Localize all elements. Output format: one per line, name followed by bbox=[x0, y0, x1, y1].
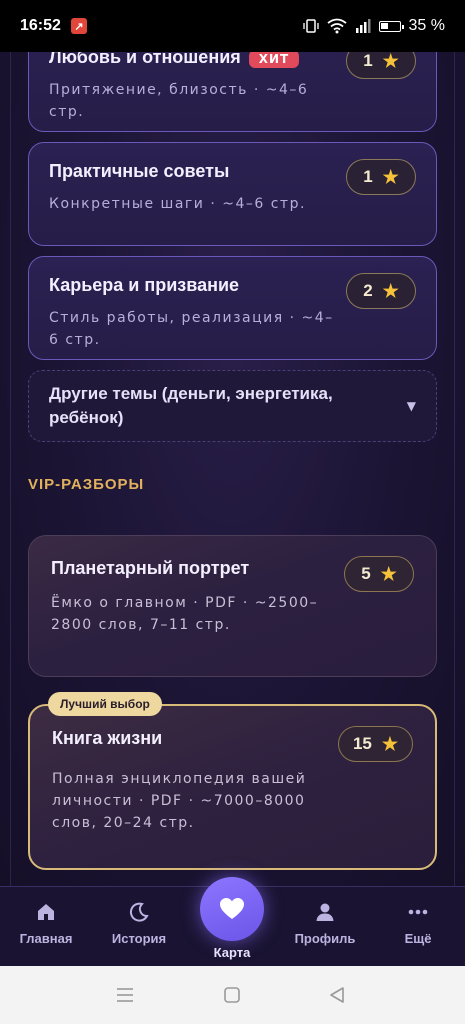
vip-section-title: VIP-РАЗБОРЫ bbox=[28, 476, 145, 493]
card-title: Планетарный портрет bbox=[51, 558, 250, 578]
card-subtitle: Ёмко о главном · PDF · ~2500–2800 слов, … bbox=[51, 595, 319, 633]
nav-item-map[interactable] bbox=[200, 877, 264, 941]
notification-app-icon: ↗ bbox=[70, 18, 87, 34]
vip-card-book-of-life[interactable]: Лучший выбор Книга жизни Полная энциклоп… bbox=[28, 692, 437, 870]
other-topics-label: Другие темы (деньги, энергетика, ребёнок… bbox=[49, 384, 333, 427]
star-icon: ★ bbox=[380, 563, 397, 584]
nav-label: Главная bbox=[19, 931, 73, 946]
card-subtitle: Притяжение, близость · ~4–6 стр. bbox=[49, 82, 309, 120]
price-button[interactable]: 2 ★ bbox=[346, 273, 416, 309]
status-time: 16:52 bbox=[20, 17, 61, 34]
nav-label: История bbox=[111, 931, 167, 946]
caret-down-icon: ▼ bbox=[406, 399, 416, 413]
star-icon: ★ bbox=[382, 52, 399, 71]
card-header: Любовь и отношения ХИТ bbox=[49, 52, 300, 68]
nav-item-profile[interactable]: Профиль bbox=[285, 901, 365, 946]
price-button[interactable]: 1 ★ bbox=[346, 159, 416, 195]
battery-icon bbox=[378, 20, 404, 32]
system-navigation-bar bbox=[0, 966, 465, 1024]
more-dots-icon bbox=[408, 909, 428, 915]
moon-icon bbox=[129, 902, 149, 922]
card-title: Практичные советы bbox=[49, 161, 230, 181]
bottom-nav: Главная История Карта Профиль Ещё bbox=[0, 877, 465, 966]
hit-badge: ХИТ bbox=[248, 52, 300, 68]
menu-icon[interactable] bbox=[116, 986, 134, 1004]
heart-icon bbox=[220, 898, 244, 919]
signal-icon bbox=[355, 19, 371, 33]
card-title: Книга жизни bbox=[52, 728, 163, 748]
card-subtitle: Конкретные шаги · ~4–6 стр. bbox=[49, 196, 306, 212]
nav-item-more[interactable]: Ещё bbox=[378, 901, 458, 946]
best-choice-badge: Лучший выбор bbox=[48, 692, 162, 716]
back-triangle-icon[interactable] bbox=[328, 986, 346, 1004]
other-topics-dropdown[interactable]: Другие темы (деньги, энергетика, ребёнок… bbox=[28, 370, 437, 442]
price-button[interactable]: 15 ★ bbox=[337, 726, 413, 762]
price-value: 1 bbox=[363, 52, 373, 70]
home-square-icon[interactable] bbox=[223, 986, 241, 1004]
star-icon: ★ bbox=[382, 166, 399, 187]
star-icon: ★ bbox=[382, 280, 399, 301]
nav-item-history[interactable]: История bbox=[99, 901, 179, 946]
main-scroll-area[interactable]: Любовь и отношения ХИТ Притяжение, близос… bbox=[0, 52, 465, 886]
nav-item-home[interactable]: Главная bbox=[6, 901, 86, 946]
frame-line-left bbox=[10, 52, 11, 886]
price-button[interactable]: 1 ★ bbox=[346, 52, 416, 79]
status-bar: 16:52 ↗ 35 % bbox=[0, 0, 465, 52]
price-button[interactable]: 5 ★ bbox=[344, 556, 414, 592]
battery-percent: 35 % bbox=[408, 17, 445, 34]
vip-card-planetary-portrait[interactable]: Планетарный портрет Ёмко о главном · PDF… bbox=[28, 535, 437, 677]
price-value: 5 bbox=[361, 564, 371, 583]
product-card-practical[interactable]: Практичные советы Конкретные шаги · ~4–6… bbox=[28, 142, 437, 246]
status-icons: 35 % bbox=[302, 17, 445, 35]
product-card-love[interactable]: Любовь и отношения ХИТ Притяжение, близос… bbox=[28, 52, 437, 132]
nav-label-map: Карта bbox=[213, 945, 251, 960]
person-icon bbox=[316, 903, 334, 921]
star-icon: ★ bbox=[381, 733, 398, 754]
card-subtitle: Полная энциклопедия вашей личности · PDF… bbox=[52, 771, 307, 831]
price-value: 1 bbox=[363, 167, 373, 186]
home-icon bbox=[38, 904, 54, 920]
price-value: 15 bbox=[352, 734, 372, 753]
product-card-career[interactable]: Карьера и призвание Стиль работы, реализ… bbox=[28, 256, 437, 360]
price-value: 2 bbox=[363, 281, 373, 300]
card-subtitle: Стиль работы, реализация · ~4–6 стр. bbox=[49, 310, 334, 348]
nav-label: Профиль bbox=[294, 931, 356, 946]
nav-label: Ещё bbox=[404, 931, 432, 946]
card-title: Карьера и призвание bbox=[49, 275, 240, 295]
card-title: Любовь и отношения bbox=[49, 52, 241, 67]
wifi-icon bbox=[326, 18, 347, 34]
frame-line-right bbox=[454, 52, 455, 886]
vibrate-icon bbox=[302, 19, 319, 33]
